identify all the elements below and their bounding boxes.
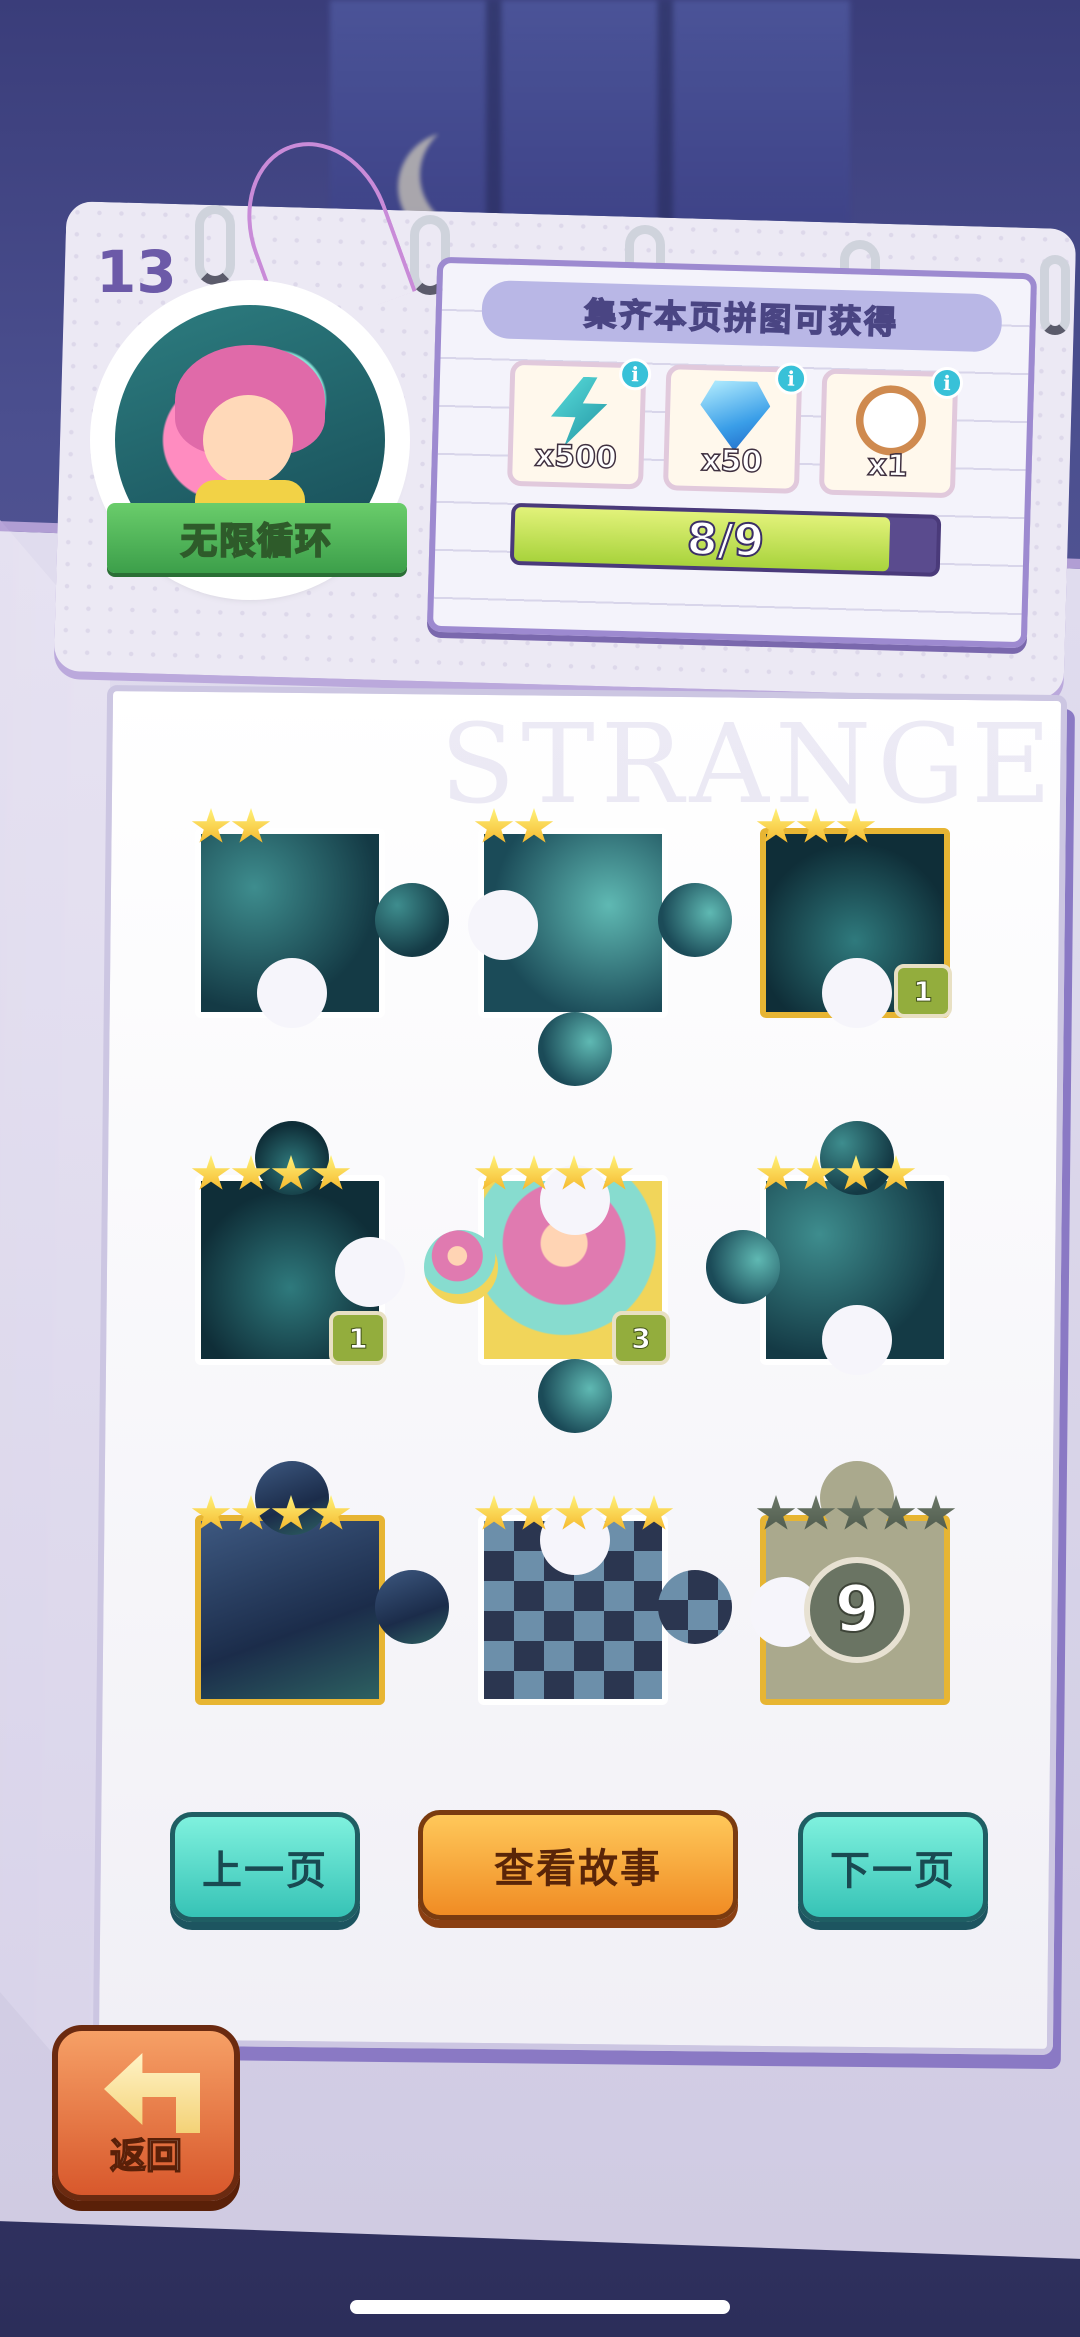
star-icon: [271, 1155, 311, 1190]
star-icon: [634, 1495, 674, 1530]
star-icon: [474, 808, 514, 843]
star-icon: [191, 808, 231, 843]
star-icon: [231, 1155, 271, 1190]
view-story-button[interactable]: 查看故事: [418, 1810, 738, 1920]
star-rating: [191, 1155, 351, 1193]
progress-label: 8/9: [685, 512, 766, 567]
binder-ring: [195, 205, 235, 285]
star-icon: [836, 1155, 876, 1190]
star-icon: [271, 1495, 311, 1530]
star-icon: [916, 1495, 956, 1530]
star-rating: [756, 1495, 956, 1533]
puzzle-piece-4[interactable]: 1: [191, 1121, 405, 1375]
star-icon: [796, 808, 836, 843]
star-rating: [191, 808, 271, 846]
star-rating: [191, 1495, 351, 1533]
reward-count: x1: [866, 447, 909, 485]
info-icon[interactable]: i: [930, 366, 964, 400]
star-icon: [756, 1495, 796, 1530]
star-icon: [514, 1495, 554, 1530]
reward-panel: 集齐本页拼图可获得 x500 i x50 i x1 i 8/9: [426, 256, 1038, 649]
home-indicator[interactable]: [350, 2300, 730, 2314]
puzzle-piece-6[interactable]: [706, 1121, 960, 1375]
star-icon: [191, 1155, 231, 1190]
puzzle-piece-8[interactable]: [474, 1495, 732, 1715]
star-icon: [191, 1495, 231, 1530]
star-icon: [876, 1495, 916, 1530]
star-icon: [756, 1155, 796, 1190]
puzzle-piece-1[interactable]: [191, 808, 449, 1028]
puzzle-piece-3[interactable]: 1: [756, 808, 960, 1028]
character-tag[interactable]: 无限循环: [95, 290, 407, 610]
star-icon: [796, 1495, 836, 1530]
star-icon: [756, 808, 796, 843]
star-icon: [474, 1495, 514, 1530]
info-icon[interactable]: i: [774, 362, 808, 396]
puzzle-piece-9-locked[interactable]: 9: [750, 1461, 960, 1715]
star-rating: [474, 1155, 634, 1193]
star-icon: [311, 1495, 351, 1530]
piece-count-badge: 1: [329, 1311, 387, 1365]
reward-slot-energy[interactable]: x500 i: [506, 357, 652, 490]
back-label: 返回: [109, 2135, 183, 2178]
star-icon: [554, 1155, 594, 1190]
back-arrow-icon: [104, 2053, 200, 2133]
reward-slot-watch[interactable]: x1 i: [818, 366, 964, 499]
star-icon: [231, 808, 271, 843]
star-rating: [756, 1155, 916, 1193]
reward-items: x500 i x50 i x1 i: [506, 357, 964, 499]
star-icon: [594, 1495, 634, 1530]
star-icon: [836, 808, 876, 843]
reward-title-banner: 集齐本页拼图可获得: [481, 279, 1003, 353]
diamond-icon: [699, 380, 771, 452]
star-icon: [836, 1495, 876, 1530]
star-icon: [474, 1155, 514, 1190]
reward-count: x50: [700, 442, 764, 480]
star-icon: [796, 1155, 836, 1190]
piece-image: [195, 1515, 385, 1705]
piece-count-badge: 3: [612, 1311, 670, 1365]
info-icon[interactable]: i: [618, 357, 652, 391]
star-icon: [311, 1155, 351, 1190]
reward-slot-diamond[interactable]: x50 i: [662, 362, 808, 494]
star-icon: [594, 1155, 634, 1190]
binder-ring: [1040, 255, 1070, 335]
collection-progress-bar: 8/9: [509, 502, 942, 577]
puzzle-piece-7[interactable]: [191, 1461, 449, 1715]
star-icon: [554, 1495, 594, 1530]
energy-bolt-icon: [543, 376, 615, 448]
next-page-button[interactable]: 下一页: [798, 1812, 988, 1922]
prev-page-button[interactable]: 上一页: [170, 1812, 360, 1922]
reward-count: x500: [534, 438, 618, 477]
locked-piece-number: 9: [804, 1557, 910, 1663]
star-icon: [876, 1155, 916, 1190]
star-rating: [474, 808, 554, 846]
star-rating: [756, 808, 876, 846]
piece-count-badge: 1: [894, 964, 952, 1018]
puzzle-piece-2[interactable]: [468, 808, 732, 1086]
character-name-ribbon: 无限循环: [107, 503, 407, 573]
star-icon: [514, 808, 554, 843]
star-rating: [474, 1495, 674, 1533]
reward-title: 集齐本页拼图可获得: [583, 294, 900, 342]
star-icon: [231, 1495, 271, 1530]
star-icon: [514, 1155, 554, 1190]
character-name: 无限循环: [180, 520, 333, 563]
back-button[interactable]: 返回: [52, 2025, 240, 2201]
background-window: [330, 0, 850, 240]
puzzle-piece-5[interactable]: 3: [424, 1155, 678, 1433]
pocket-watch-icon: [854, 384, 927, 457]
